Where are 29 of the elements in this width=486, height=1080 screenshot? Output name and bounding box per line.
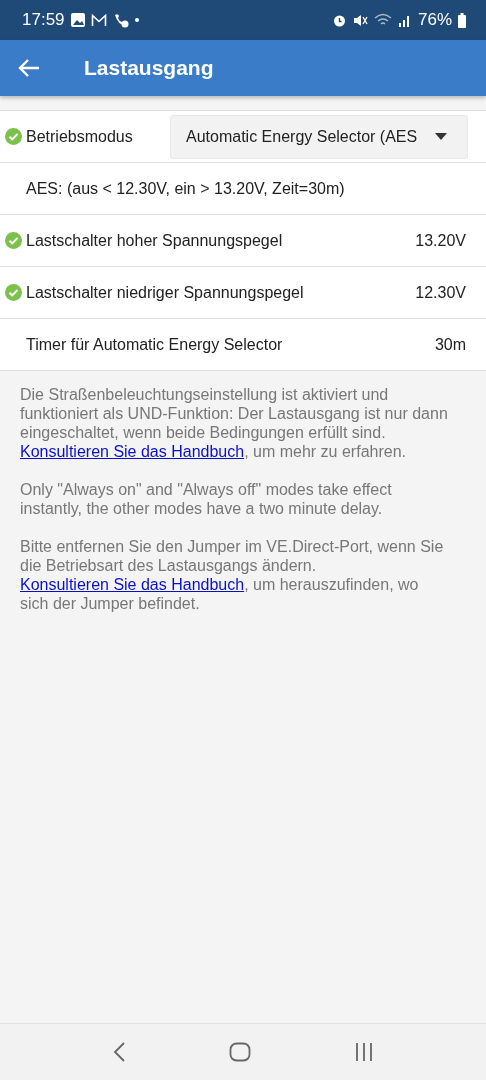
setting-label: Betriebsmodus [26,127,134,146]
wifi-icon [373,13,392,27]
info-paragraph: Only "Always on" and "Always off" modes take effect instantly, the other modes have a two minute delay. [20,480,393,518]
phone-icon [112,12,129,28]
dot-icon [134,18,139,22]
recents-button[interactable] [354,1042,375,1062]
battery-icon [458,12,466,28]
back-nav-button[interactable] [111,1041,126,1063]
status-time: 17:59 [22,10,65,30]
setting-label: Lastschalter hoher Spannungspegel [26,231,284,250]
mail-icon [90,13,107,27]
screen-title: Lastausgang [84,56,214,80]
home-button[interactable] [229,1042,251,1062]
signal-icon [397,13,412,27]
manual-link[interactable]: Konsultieren Sie das Handbuch [20,576,245,593]
setting-label: AES: (aus < 12.30V, ein > 13.20V, Zeit=30m) [26,179,346,198]
setting-value: 12.30V [415,283,466,302]
setting-value: 13.20V [415,231,466,250]
info-paragraph: Die Straßenbeleuchtungseinstellung ist aktiviert und funktioniert als UND-Funktion: Der Lastausgang ist nur dann eingeschaltet, wenn beide Bedingungen erfüllt sind. Konsultieren Sie das Handbuch, um mehr zu erfahren. [20,385,449,461]
setting-value: 30m [434,335,466,354]
mode-dropdown[interactable]: Automatic Energy Selector (AES [170,114,468,159]
mute-icon [352,12,368,28]
setting-label: Lastschalter niedriger Spannungspegel [26,283,305,302]
setting-label: Timer für Automatic Energy Selector [26,335,284,354]
caret-icon [435,133,447,140]
battery-percent: 76% [417,10,452,30]
info-paragraph: Bitte entfernen Sie den Jumper im VE.Direct-Port, wenn Sie die Betriebsart des Lastausgangs ändern. Konsultieren Sie das Handbuch, um herauszufinden, wo sich der Jumper befindet. [20,537,445,613]
manual-link[interactable]: Konsultieren Sie das Handbuch [20,443,245,460]
image-icon [70,13,85,27]
